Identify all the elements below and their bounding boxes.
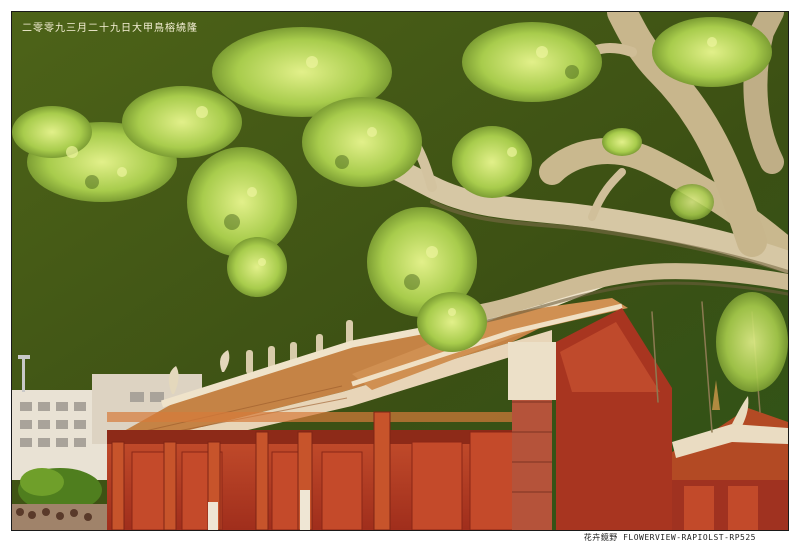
photo — [12, 12, 788, 530]
temple-banyan-photo — [12, 12, 788, 530]
photo-date-caption: 二零零九三月二十九日大甲鳥榕繞隆 — [22, 23, 198, 34]
photo-frame: 二零零九三月二十九日大甲鳥榕繞隆 花卉鏡野 FLOWERVIEW-RAPIOLS… — [0, 0, 800, 544]
photographer-credit: 花卉鏡野 FLOWERVIEW-RAPIOLST-RP525 — [583, 533, 756, 542]
